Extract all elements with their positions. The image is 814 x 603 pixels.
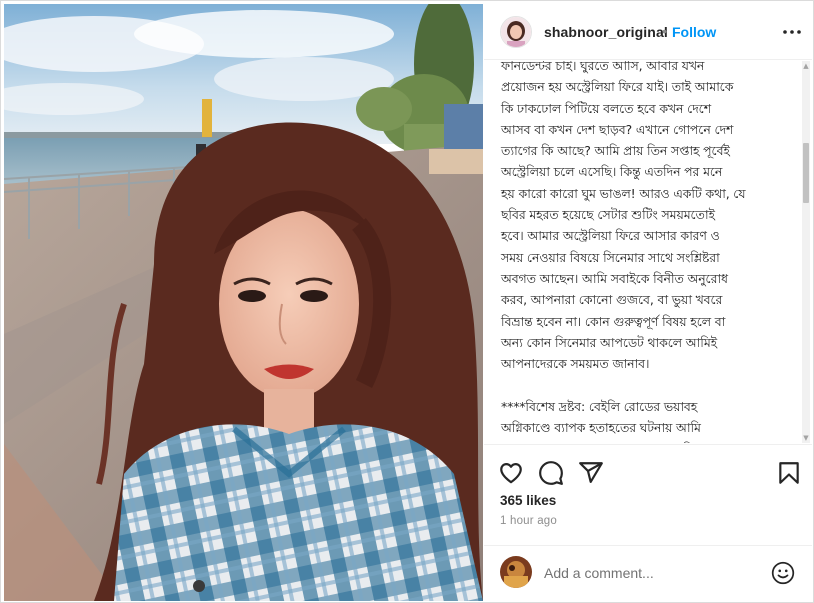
post-header: shabnoor_original • Follow	[484, 4, 812, 60]
avatar[interactable]	[500, 16, 532, 48]
viewer-avatar-image	[500, 556, 532, 588]
avatar-image	[501, 17, 531, 47]
comment-icon[interactable]	[538, 460, 564, 486]
emoji-icon[interactable]	[770, 560, 796, 586]
post-timestamp[interactable]: 1 hour ago	[500, 515, 557, 527]
scroll-up-arrow-icon[interactable]: ▲	[802, 61, 810, 71]
post-side-panel: shabnoor_original • Follow ফানডেন্টর চাই…	[484, 4, 812, 601]
scroll-down-arrow-icon[interactable]: ▼	[802, 433, 810, 443]
selfie-image	[4, 4, 483, 601]
comment-composer	[484, 545, 812, 602]
likes-count[interactable]: 365 likes	[500, 493, 556, 508]
bookmark-icon[interactable]	[776, 460, 802, 486]
scrollbar-thumb[interactable]	[803, 143, 809, 203]
caption-area[interactable]: ফানডেন্টর চাই। ঘুরতে আসি, আবার যখন প্রয়…	[484, 61, 812, 443]
caption-scrollbar[interactable]: ▲ ▼	[802, 61, 810, 443]
comment-input[interactable]	[544, 565, 764, 581]
username-link[interactable]: shabnoor_original	[544, 24, 668, 40]
more-options-icon[interactable]	[780, 20, 804, 44]
viewer-avatar	[500, 556, 532, 588]
caption-text: ফানডেন্টর চাই। ঘুরতে আসি, আবার যখন প্রয়…	[501, 61, 746, 443]
header-separator: •	[662, 23, 667, 39]
follow-button[interactable]: Follow	[672, 24, 716, 40]
post-actions: 365 likes 1 hour ago	[484, 444, 812, 545]
post-photo[interactable]	[4, 4, 483, 601]
post-dialog: shabnoor_original • Follow ফানডেন্টর চাই…	[0, 0, 814, 603]
heart-icon[interactable]	[498, 460, 524, 486]
share-icon[interactable]	[578, 460, 604, 486]
